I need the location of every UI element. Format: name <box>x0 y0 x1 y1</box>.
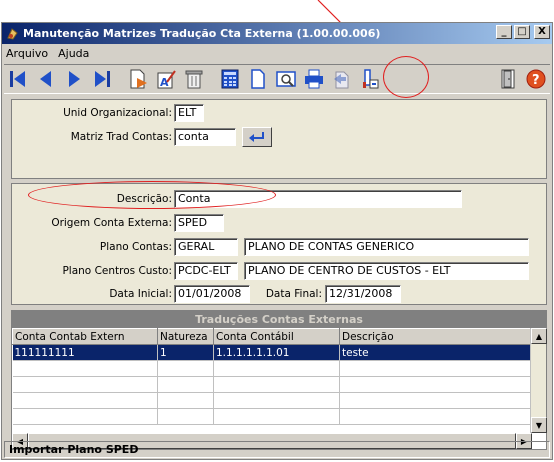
print-icon <box>305 69 323 89</box>
detail-panel: Descrição: Conta Origem Conta Externa: S… <box>11 183 547 305</box>
grid-table: Conta Contab Extern Natureza Conta Contá… <box>12 328 533 425</box>
table-row[interactable] <box>12 376 533 393</box>
table-cell[interactable]: 1.1.1.1.1.1.01 <box>213 344 340 361</box>
print-button[interactable] <box>300 66 328 92</box>
header-panel: Unid Organizacional: ELT Matriz Trad Con… <box>11 99 547 179</box>
data-inicial-label: Data Inicial: <box>109 288 172 300</box>
confirm-button[interactable] <box>242 127 272 147</box>
vertical-scrollbar[interactable]: ▲ ▼ <box>530 328 547 433</box>
menu-arquivo[interactable]: Arquivo <box>6 47 48 60</box>
matriz-trad-contas-label: Matriz Trad Contas: <box>70 131 172 143</box>
title-bar: Manutenção Matrizes Tradução Cta Externa… <box>2 23 552 44</box>
help-button[interactable]: ? <box>522 66 550 92</box>
maximize-button[interactable]: □ <box>514 25 530 39</box>
matriz-trad-contas-field[interactable]: conta <box>174 128 236 146</box>
column-header-conta-contabil[interactable]: Conta Contábil <box>213 328 340 345</box>
plano-centros-custo-desc-field[interactable]: PLANO DE CENTRO DE CUSTOS - ELT <box>244 262 529 280</box>
origem-conta-externa-field[interactable]: SPED <box>174 214 224 232</box>
data-final-label: Data Final: <box>265 288 322 300</box>
descricao-label: Descrição: <box>116 193 172 205</box>
help-icon: ? <box>526 69 546 89</box>
window-title: Manutenção Matrizes Tradução Cta Externa… <box>23 27 381 40</box>
column-header-conta-externa[interactable]: Conta Contab Extern <box>12 328 158 345</box>
data-inicial-field[interactable]: 01/01/2008 <box>174 285 250 303</box>
grid-title: Traduções Contas Externas <box>12 311 546 328</box>
exit-button[interactable] <box>494 66 522 92</box>
svg-text:A: A <box>160 76 169 89</box>
prev-record-icon <box>40 71 51 87</box>
import-icon <box>334 71 349 89</box>
prev-record-button[interactable] <box>32 66 60 92</box>
descricao-field[interactable]: Conta <box>174 190 462 208</box>
next-record-button[interactable] <box>60 66 88 92</box>
new-record-button[interactable] <box>124 66 152 92</box>
menu-bar: Arquivo Ajuda <box>2 44 552 62</box>
edit-record-icon: A <box>157 70 176 89</box>
calculator-icon <box>221 69 239 89</box>
app-icon <box>6 27 19 40</box>
edit-record-button[interactable]: A <box>152 66 180 92</box>
import-sped-icon <box>363 69 379 89</box>
plano-contas-desc-field[interactable]: PLANO DE CONTAS GENERICO <box>244 238 529 256</box>
table-row[interactable]: 111111111 1 1.1.1.1.1.1.01 teste <box>12 344 533 361</box>
traducoes-grid: Traduções Contas Externas Conta Contab E… <box>11 310 547 450</box>
first-record-icon <box>10 71 25 87</box>
new-record-icon <box>130 69 147 89</box>
import-button[interactable] <box>328 66 356 92</box>
app-window: Manutenção Matrizes Tradução Cta Externa… <box>1 22 553 460</box>
blank-page-icon <box>251 69 265 89</box>
blank-page-button[interactable] <box>244 66 272 92</box>
exit-door-icon <box>501 69 515 89</box>
enter-arrow-icon <box>249 132 264 142</box>
table-row[interactable] <box>12 360 533 377</box>
table-row[interactable] <box>12 408 533 425</box>
plano-contas-code-field[interactable]: GERAL <box>174 238 238 256</box>
column-header-descricao[interactable]: Descrição <box>339 328 533 345</box>
toolbar: A ? <box>4 64 550 94</box>
first-record-button[interactable] <box>4 66 32 92</box>
minimize-button[interactable]: _ <box>496 25 512 39</box>
table-cell[interactable]: 111111111 <box>12 344 158 361</box>
unid-organizacional-field[interactable]: ELT <box>174 104 204 122</box>
delete-record-icon <box>185 70 203 89</box>
scroll-down-icon[interactable]: ▼ <box>531 417 547 433</box>
next-record-icon <box>69 71 80 87</box>
origem-conta-externa-label: Origem Conta Externa: <box>51 217 172 229</box>
data-final-field[interactable]: 12/31/2008 <box>325 285 401 303</box>
plano-contas-label: Plano Contas: <box>99 241 172 253</box>
column-header-natureza[interactable]: Natureza <box>157 328 214 345</box>
unid-organizacional-label: Unid Organizacional: <box>63 107 172 119</box>
status-bar: Importar Plano SPED <box>4 441 550 458</box>
table-row[interactable] <box>12 392 533 409</box>
menu-ajuda[interactable]: Ajuda <box>58 47 89 60</box>
delete-record-button[interactable] <box>180 66 208 92</box>
import-sped-button[interactable] <box>356 66 384 92</box>
last-record-icon <box>95 71 110 87</box>
last-record-button[interactable] <box>88 66 116 92</box>
plano-centros-custo-label: Plano Centros Custo: <box>62 265 172 277</box>
close-button[interactable]: X <box>534 25 550 39</box>
scroll-up-icon[interactable]: ▲ <box>531 328 547 344</box>
preview-icon <box>276 71 296 87</box>
table-cell[interactable]: teste <box>339 344 533 361</box>
plano-centros-custo-code-field[interactable]: PCDC-ELT <box>174 262 238 280</box>
svg-text:?: ? <box>532 73 540 88</box>
calculator-button[interactable] <box>216 66 244 92</box>
preview-button[interactable] <box>272 66 300 92</box>
table-cell[interactable]: 1 <box>157 344 214 361</box>
